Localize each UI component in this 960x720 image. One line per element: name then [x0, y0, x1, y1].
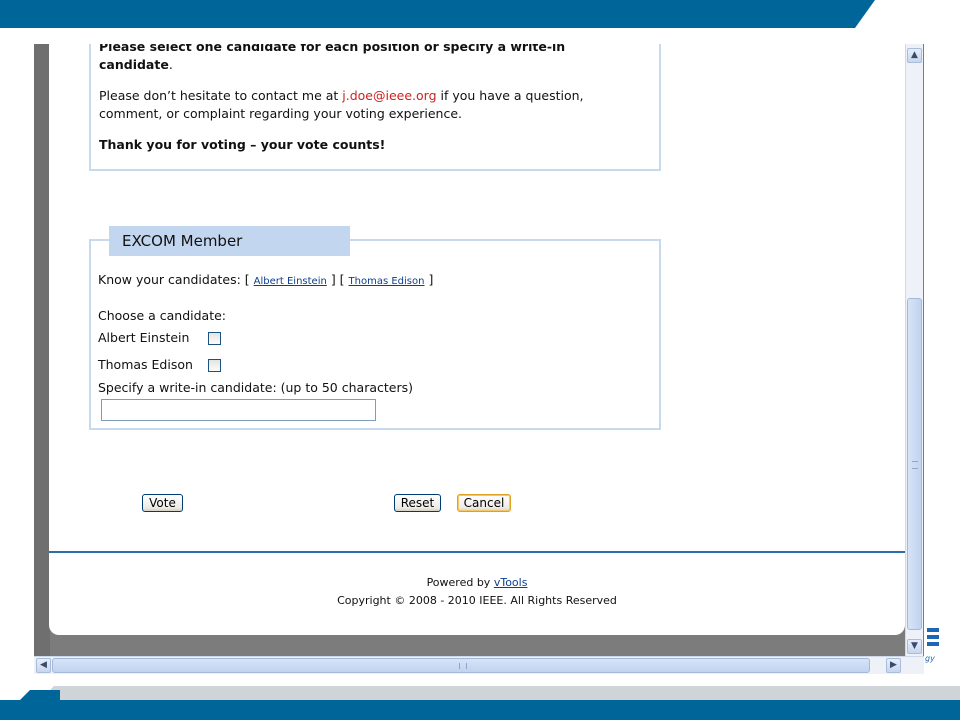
slide-top-band: [0, 0, 960, 28]
slide-bottom-band: [0, 700, 960, 720]
reset-button[interactable]: Reset: [394, 494, 441, 512]
vtools-link[interactable]: vTools: [494, 576, 528, 589]
cancel-button[interactable]: Cancel: [457, 494, 511, 512]
vertical-scrollbar[interactable]: ▲ ▼: [905, 44, 923, 656]
scroll-left-arrow-icon[interactable]: ◀: [36, 658, 51, 673]
intro-candidate-line: candidate.: [99, 57, 173, 72]
slide-bottom-grey-band: [40, 686, 960, 700]
page-content: Please select one candidate for each pos…: [49, 44, 905, 635]
writein-input[interactable]: [101, 399, 376, 421]
checkbox-einstein[interactable]: [208, 332, 221, 345]
horizontal-scroll-thumb[interactable]: [52, 658, 870, 673]
horizontal-scrollbar[interactable]: ◀ ▶: [34, 656, 924, 674]
browser-window: Please select one candidate for each pos…: [34, 44, 924, 674]
vote-button[interactable]: Vote: [142, 494, 183, 512]
thanks-message: Thank you for voting – your vote counts!: [99, 137, 386, 152]
candidate-label-edison: Thomas Edison: [98, 357, 193, 372]
contact-line: Please don’t hesitate to contact me at j…: [99, 88, 584, 103]
ieee-logo-fragment: gy: [923, 624, 960, 674]
vertical-scroll-thumb[interactable]: [907, 298, 922, 630]
copyright: Copyright © 2008 - 2010 IEEE. All Rights…: [337, 594, 617, 607]
writein-label: Specify a write-in candidate: (up to 50 …: [98, 380, 413, 395]
know-candidates-line: Know your candidates: [ Albert Einstein …: [98, 272, 434, 287]
intro-cut-line: Please select one candidate for each pos…: [99, 44, 566, 54]
candidate-link-edison[interactable]: Thomas Edison: [349, 276, 425, 287]
contact-email[interactable]: j.doe@ieee.org: [342, 88, 436, 103]
scroll-up-arrow-icon[interactable]: ▲: [907, 48, 922, 63]
powered-by: Powered by vTools: [426, 576, 528, 589]
scroll-down-arrow-icon[interactable]: ▼: [907, 639, 922, 654]
scroll-right-arrow-icon[interactable]: ▶: [886, 658, 901, 673]
checkbox-edison[interactable]: [208, 359, 221, 372]
intro-box: Please select one candidate for each pos…: [89, 44, 661, 171]
logo-text: gy: [925, 654, 935, 663]
candidate-label-einstein: Albert Einstein: [98, 330, 190, 345]
candidate-link-einstein[interactable]: Albert Einstein: [254, 276, 327, 287]
slide: gy Please select one candidate for each …: [0, 0, 960, 720]
excom-legend: EXCOM Member: [109, 226, 350, 256]
footer-divider: [49, 551, 905, 553]
choose-candidate-label: Choose a candidate:: [98, 308, 227, 323]
contact-line-2: comment, or complaint regarding your vot…: [99, 106, 463, 121]
